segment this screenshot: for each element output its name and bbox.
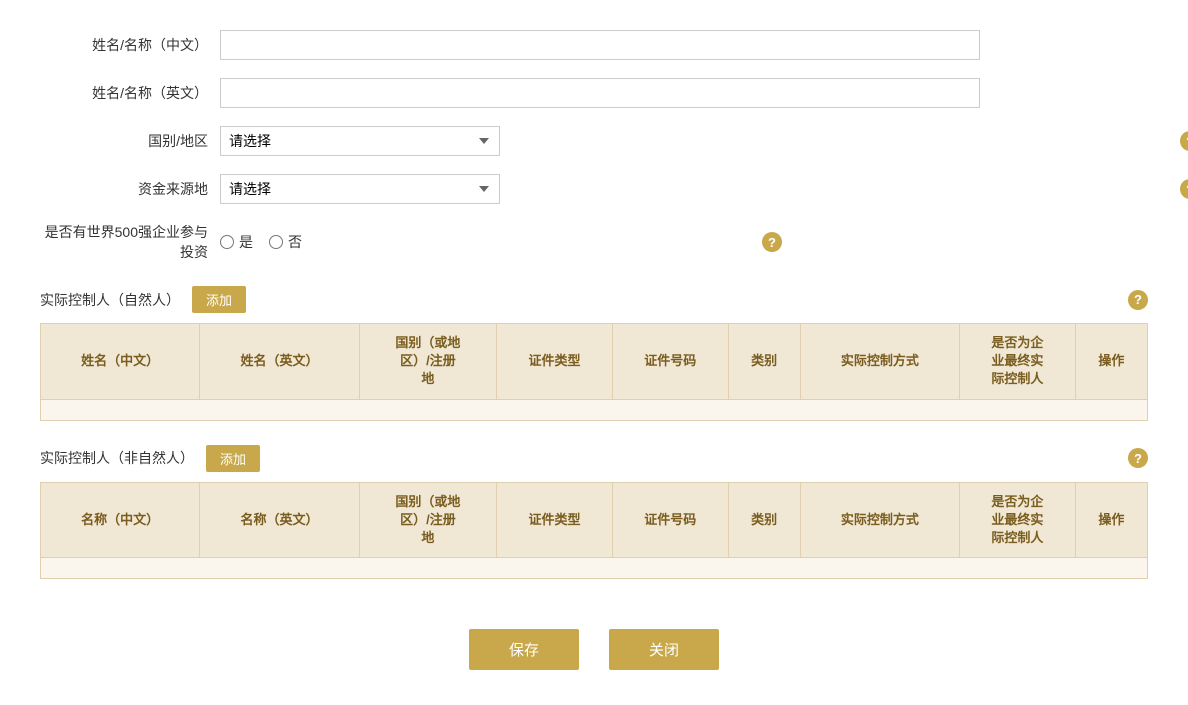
section1-col-country: 国别（或地区）/注册地: [359, 324, 497, 400]
section1-col-category: 类别: [728, 324, 800, 400]
fortune500-row: 是否有世界500强企业参与投资 是 否 ?: [40, 222, 1148, 262]
country-select[interactable]: 请选择: [220, 126, 500, 156]
fortune500-no-option[interactable]: 否: [269, 232, 302, 252]
section1-help-icon[interactable]: ?: [1128, 290, 1148, 310]
section2-col-cert-type: 证件类型: [497, 482, 613, 558]
country-label: 国别/地区: [40, 131, 220, 151]
fortune500-yes-radio[interactable]: [220, 235, 234, 249]
name-en-row: 姓名/名称（英文）: [40, 78, 1148, 108]
fund-source-label: 资金来源地: [40, 179, 220, 199]
name-cn-input[interactable]: [220, 30, 980, 60]
fortune500-radio-group: 是 否: [220, 232, 302, 252]
bottom-buttons: 保存 关闭: [40, 629, 1148, 670]
section2-header: 实际控制人（非自然人） 添加 ?: [40, 445, 1148, 472]
section2-col-category: 类别: [728, 482, 800, 558]
section2-col-cert-no: 证件号码: [612, 482, 728, 558]
fund-source-help-icon[interactable]: ?: [1180, 179, 1188, 199]
section2-table: 名称（中文） 名称（英文） 国别（或地区）/注册地 证件类型 证件号码 类别 实…: [40, 482, 1148, 580]
section1-table-header-row: 姓名（中文） 姓名（英文） 国别（或地区）/注册地 证件类型 证件号码 类别 实…: [41, 324, 1148, 400]
save-button[interactable]: 保存: [469, 629, 579, 670]
section2-col-country: 国别（或地区）/注册地: [359, 482, 497, 558]
fortune500-help-icon[interactable]: ?: [762, 232, 782, 252]
section2-help-icon[interactable]: ?: [1128, 448, 1148, 468]
section1-table: 姓名（中文） 姓名（英文） 国别（或地区）/注册地 证件类型 证件号码 类别 实…: [40, 323, 1148, 421]
fortune500-no-label: 否: [288, 232, 302, 252]
fund-source-row: 资金来源地 请选择 ?: [40, 174, 1148, 204]
section1-col-cert-no: 证件号码: [612, 324, 728, 400]
name-cn-label: 姓名/名称（中文）: [40, 35, 220, 55]
section1-col-name-en: 姓名（英文）: [200, 324, 359, 400]
section1-col-control-method: 实际控制方式: [800, 324, 959, 400]
section1-col-cert-type: 证件类型: [497, 324, 613, 400]
fund-source-select[interactable]: 请选择: [220, 174, 500, 204]
section1-col-operation: 操作: [1075, 324, 1147, 400]
close-button[interactable]: 关闭: [609, 629, 719, 670]
fortune500-no-radio[interactable]: [269, 235, 283, 249]
country-help-icon[interactable]: ?: [1180, 131, 1188, 151]
section2-table-header-row: 名称（中文） 名称（英文） 国别（或地区）/注册地 证件类型 证件号码 类别 实…: [41, 482, 1148, 558]
section2-add-button[interactable]: 添加: [206, 445, 260, 472]
section2-title: 实际控制人（非自然人）: [40, 448, 194, 468]
section1-col-name-cn: 姓名（中文）: [41, 324, 200, 400]
section2-col-control-method: 实际控制方式: [800, 482, 959, 558]
section1-header: 实际控制人（自然人） 添加 ?: [40, 286, 1148, 313]
section2-col-name-en: 名称（英文）: [200, 482, 359, 558]
fortune500-yes-option[interactable]: 是: [220, 232, 253, 252]
fortune500-yes-label: 是: [239, 232, 253, 252]
section1-col-is-final: 是否为企业最终实际控制人: [960, 324, 1076, 400]
section1-title: 实际控制人（自然人）: [40, 290, 180, 310]
country-row: 国别/地区 请选择 ?: [40, 126, 1148, 156]
section1-add-button[interactable]: 添加: [192, 286, 246, 313]
name-cn-row: 姓名/名称（中文）: [40, 30, 1148, 60]
section2-empty-row: [41, 558, 1148, 579]
section1-empty-row: [41, 399, 1148, 420]
section2-col-is-final: 是否为企业最终实际控制人: [960, 482, 1076, 558]
fortune500-label: 是否有世界500强企业参与投资: [40, 222, 220, 262]
name-en-label: 姓名/名称（英文）: [40, 83, 220, 103]
section2-col-operation: 操作: [1075, 482, 1147, 558]
section2-col-name-cn: 名称（中文）: [41, 482, 200, 558]
name-en-input[interactable]: [220, 78, 980, 108]
